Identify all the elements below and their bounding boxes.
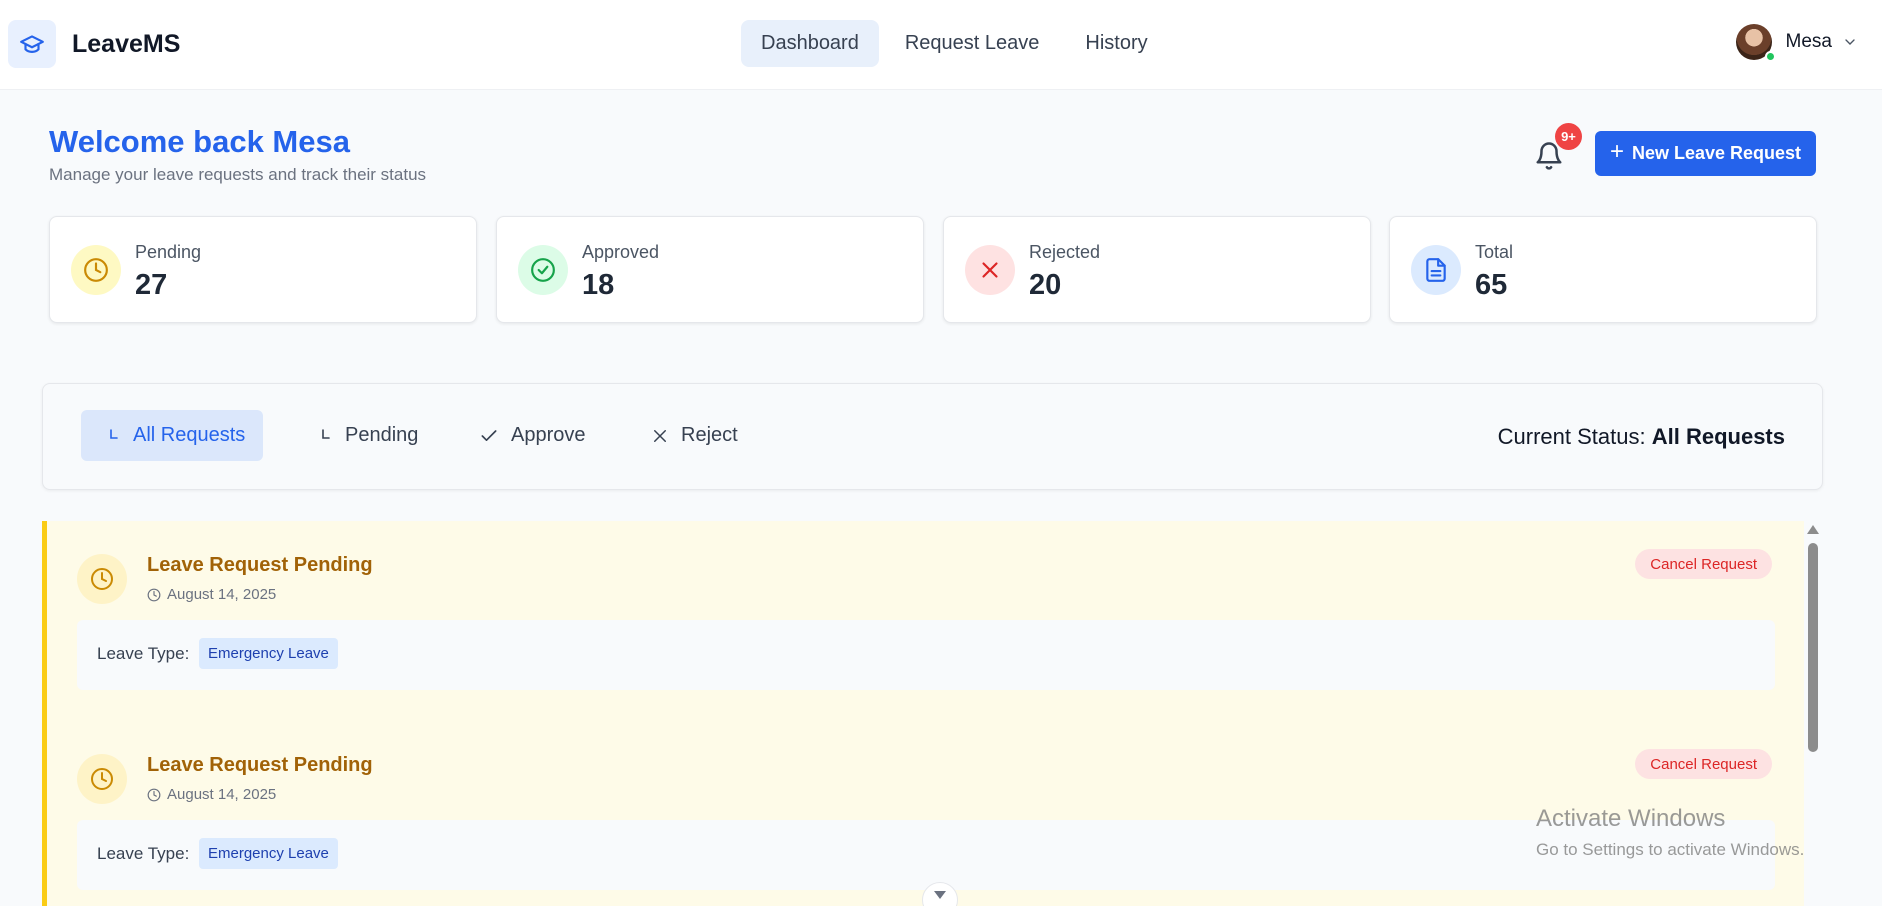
main-nav: Dashboard Request Leave History	[741, 20, 1174, 67]
leave-type-badge: Emergency Leave	[199, 838, 338, 869]
clock-icon	[71, 245, 121, 295]
list-item: Leave Request Pending August 14, 2025 Ca…	[47, 521, 1804, 721]
x-icon	[965, 245, 1015, 295]
leave-type-label: Leave Type:	[97, 844, 190, 863]
plus-icon: +	[1609, 138, 1624, 165]
request-title: Leave Request Pending	[147, 754, 373, 776]
tab-pending[interactable]: Pending	[309, 410, 428, 461]
clock-hand-icon	[110, 428, 118, 439]
current-status-label: Current Status:	[1497, 424, 1646, 449]
new-leave-request-button[interactable]: + New Leave Request	[1595, 131, 1816, 176]
request-details: Leave Type: Emergency Leave	[77, 820, 1775, 890]
stat-value: 65	[1475, 269, 1508, 301]
avatar[interactable]	[1735, 24, 1776, 62]
watermark-line1: Activate Windows	[1536, 805, 1726, 832]
stat-card-approved: Approved 18	[496, 216, 924, 323]
request-date-text: August 14, 2025	[167, 586, 277, 603]
clock-icon	[77, 754, 127, 804]
stat-label: Approved	[582, 242, 660, 262]
scrollbar-thumb[interactable]	[1808, 543, 1818, 752]
request-date: August 14, 2025	[147, 786, 276, 803]
watermark-line2: Go to Settings to activate Windows.	[1536, 840, 1805, 859]
tab-label: Approve	[511, 424, 586, 446]
status-filter-bar: All Requests Pending Approve Reject Curr…	[42, 383, 1823, 490]
app-logo-text[interactable]: LeaveMS	[72, 30, 180, 59]
chevron-down-icon[interactable]	[1842, 34, 1858, 50]
x-icon	[654, 429, 666, 442]
tab-all-requests[interactable]: All Requests	[81, 410, 263, 461]
user-menu[interactable]: Mesa	[1735, 24, 1858, 62]
current-status-value: All Requests	[1651, 424, 1785, 449]
request-details: Leave Type: Emergency Leave	[77, 620, 1775, 690]
clock-icon	[77, 554, 127, 604]
request-date: August 14, 2025	[147, 586, 276, 603]
tab-reject[interactable]: Reject	[641, 410, 748, 461]
tab-label: All Requests	[133, 424, 246, 446]
scroll-up-arrow-icon[interactable]	[1807, 525, 1819, 534]
nav-dashboard[interactable]: Dashboard	[741, 20, 879, 67]
nav-request-leave[interactable]: Request Leave	[885, 20, 1060, 67]
stat-card-pending: Pending 27	[49, 216, 477, 323]
welcome-title: Welcome back Mesa	[49, 124, 350, 159]
user-name[interactable]: Mesa	[1786, 31, 1832, 53]
leave-type-badge: Emergency Leave	[199, 638, 338, 669]
nav-history[interactable]: History	[1065, 20, 1167, 67]
new-leave-request-label: New Leave Request	[1631, 143, 1802, 163]
clock-icon	[147, 788, 161, 801]
stat-card-rejected: Rejected 20	[943, 216, 1371, 323]
cancel-request-button[interactable]: Cancel Request	[1635, 549, 1772, 579]
leave-type-label: Leave Type:	[97, 644, 190, 663]
request-title: Leave Request Pending	[147, 554, 373, 576]
request-date-text: August 14, 2025	[167, 786, 277, 803]
check-icon	[481, 429, 497, 441]
clock-icon	[147, 588, 161, 601]
cancel-request-button[interactable]: Cancel Request	[1635, 749, 1772, 779]
graduation-cap-icon[interactable]	[8, 20, 56, 68]
notification-badge: 9+	[1555, 123, 1582, 150]
tab-label: Pending	[345, 424, 419, 446]
stat-value: 20	[1029, 269, 1062, 301]
stat-card-total: Total 65	[1389, 216, 1817, 323]
stat-label: Total	[1475, 242, 1514, 262]
check-circle-icon	[518, 245, 568, 295]
stat-label: Pending	[135, 242, 202, 262]
tab-label: Reject	[681, 424, 738, 446]
clock-hand-icon	[322, 428, 330, 439]
welcome-subtitle: Manage your leave requests and track the…	[49, 165, 427, 184]
tab-approve[interactable]: Approve	[469, 410, 596, 461]
chevron-down-icon	[934, 891, 946, 899]
stat-value: 18	[582, 269, 615, 301]
stat-value: 27	[135, 269, 168, 301]
top-navigation-bar: LeaveMS Dashboard Request Leave History …	[0, 0, 1882, 90]
document-icon	[1411, 245, 1461, 295]
online-status-dot	[1764, 51, 1776, 62]
activate-windows-watermark: Activate Windows Go to Settings to activ…	[1536, 805, 1804, 860]
current-status: Current Status: All Requests	[1498, 424, 1785, 450]
stat-label: Rejected	[1029, 242, 1101, 262]
